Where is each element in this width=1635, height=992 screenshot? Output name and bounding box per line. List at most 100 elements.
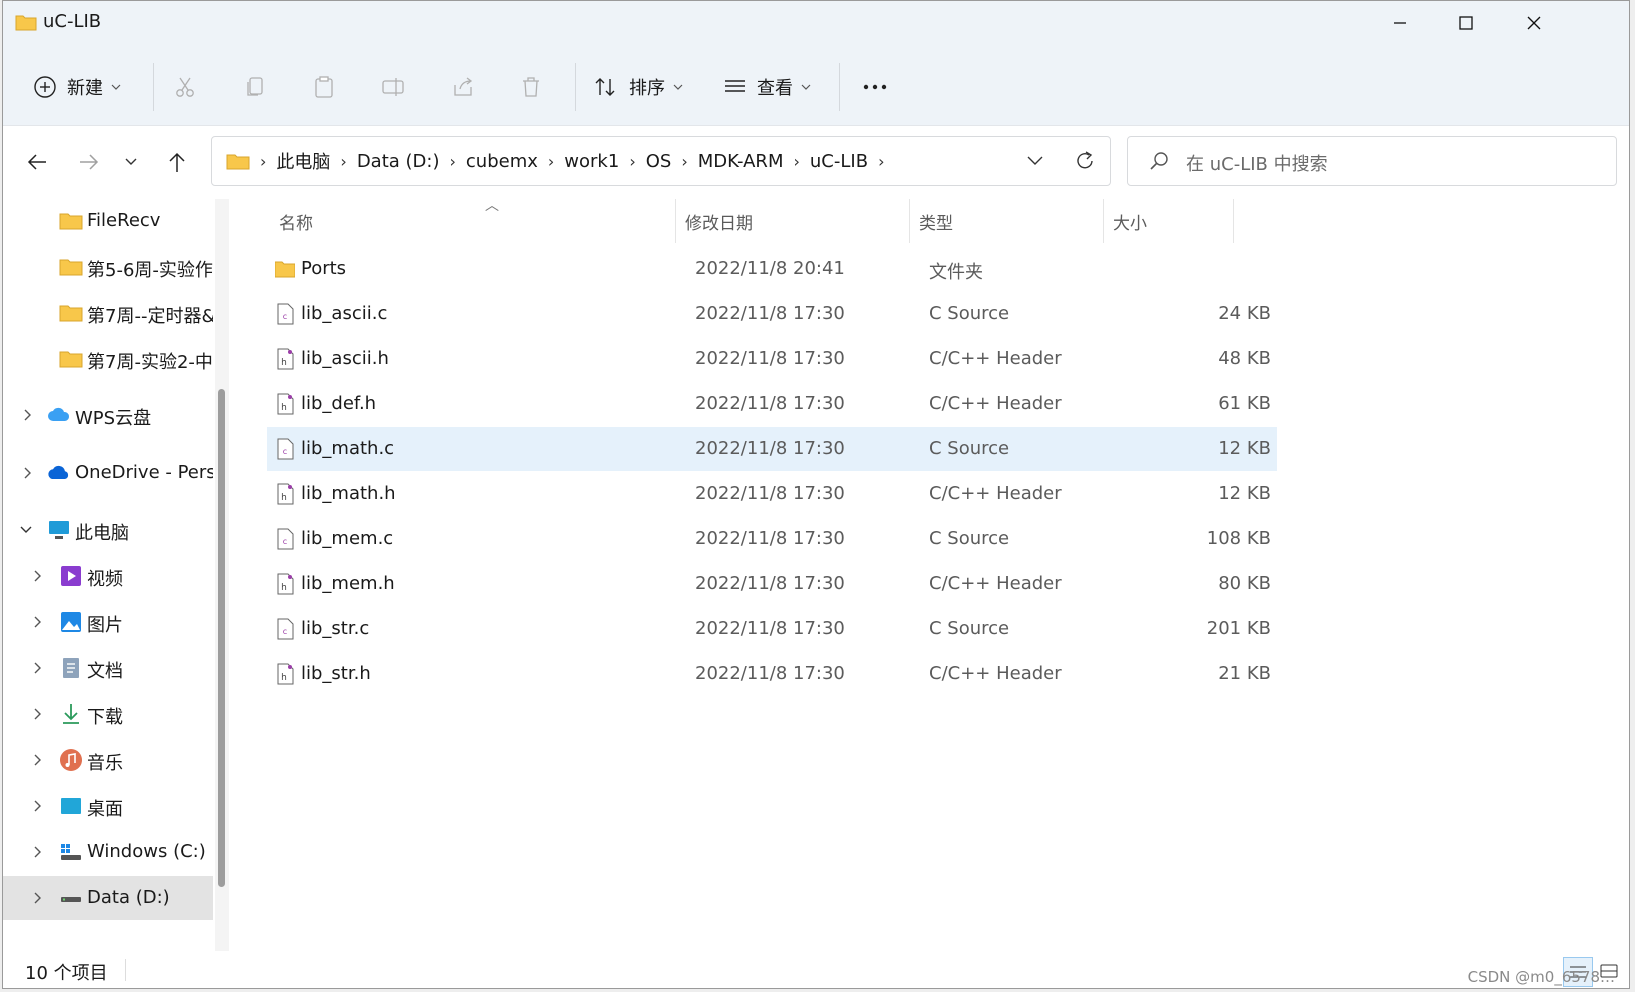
new-button[interactable]: 新建 <box>33 67 121 107</box>
sidebar-item-onedrive[interactable]: OneDrive - Pers <box>3 451 213 495</box>
file-date: 2022/11/8 17:30 <box>695 528 845 549</box>
breadcrumb-item[interactable]: uC-LIB <box>804 151 874 172</box>
copy-button[interactable] <box>243 67 267 107</box>
sidebar-item-label: 第5-6周-实验作 <box>87 260 213 281</box>
sidebar-item-label: 下载 <box>87 707 123 728</box>
up-button[interactable] <box>159 144 195 180</box>
sidebar-item-documents[interactable]: 文档 <box>3 646 213 690</box>
rename-button[interactable] <box>381 67 407 107</box>
file-row[interactable]: h lib_def.h 2022/11/8 17:30 C/C++ Header… <box>267 382 1277 426</box>
sidebar-item-this-pc[interactable]: 此电脑 <box>3 508 213 552</box>
maximize-button[interactable] <box>1431 1 1501 45</box>
breadcrumb-item[interactable]: cubemx <box>460 151 544 172</box>
sidebar-item-week7-timer[interactable]: 第7周--定时器& <box>3 291 213 335</box>
file-type: C Source <box>929 438 1010 459</box>
file-row[interactable]: Ports 2022/11/8 20:41 文件夹 <box>267 247 1277 291</box>
sidebar-item-label: 桌面 <box>87 799 123 820</box>
sidebar-item-week7-lab2[interactable]: 第7周-实验2-中 <box>3 337 213 381</box>
column-header-size[interactable]: 大小 <box>1113 199 1233 243</box>
recent-locations-button[interactable] <box>113 144 149 180</box>
c-header-icon: h <box>277 573 294 595</box>
paste-button[interactable] <box>312 67 336 107</box>
sidebar-item-filerecv[interactable]: FileRecv <box>3 199 213 243</box>
sidebar-item-wps-cloud[interactable]: WPS云盘 <box>3 393 213 437</box>
file-row[interactable]: h lib_str.h 2022/11/8 17:30 C/C++ Header… <box>267 652 1277 696</box>
file-row[interactable]: c lib_str.c 2022/11/8 17:30 C Source 201… <box>267 607 1277 651</box>
file-name: lib_ascii.h <box>301 348 389 369</box>
close-button[interactable] <box>1499 1 1569 45</box>
chevron-right-icon <box>34 892 41 904</box>
file-name: lib_math.h <box>301 483 396 504</box>
file-size: 48 KB <box>1218 348 1271 369</box>
file-date: 2022/11/8 20:41 <box>695 258 845 279</box>
column-header-name[interactable]: 名称 <box>279 199 669 243</box>
file-name: lib_ascii.c <box>301 303 388 324</box>
forward-button[interactable] <box>71 144 107 180</box>
breadcrumb-separator: › <box>878 151 885 171</box>
file-row[interactable]: h lib_math.h 2022/11/8 17:30 C/C++ Heade… <box>267 472 1277 516</box>
sidebar-item-downloads[interactable]: 下载 <box>3 692 213 736</box>
breadcrumb-item[interactable]: MDK-ARM <box>692 151 790 172</box>
column-divider[interactable] <box>909 199 910 243</box>
chevron-right-icon <box>34 662 41 674</box>
sidebar-item-videos[interactable]: 视频 <box>3 554 213 598</box>
chevron-down-icon <box>1027 156 1043 165</box>
delete-button[interactable] <box>519 67 543 107</box>
column-divider[interactable] <box>675 199 676 243</box>
back-button[interactable] <box>19 144 55 180</box>
drive-d-icon <box>61 897 81 902</box>
sidebar-item-label: FileRecv <box>87 210 161 231</box>
address-bar[interactable]: › 此电脑 › Data (D:) › cubemx › work1 › OS … <box>211 136 1111 186</box>
file-date: 2022/11/8 17:30 <box>695 483 845 504</box>
sort-button[interactable]: 排序 <box>593 67 683 107</box>
sidebar-item-label: 第7周--定时器& <box>87 306 213 327</box>
column-divider[interactable] <box>1103 199 1104 243</box>
file-row[interactable]: c lib_mem.c 2022/11/8 17:30 C Source 108… <box>267 517 1277 561</box>
breadcrumb-item[interactable]: Data (D:) <box>351 151 446 172</box>
file-name: lib_math.c <box>301 438 395 459</box>
file-date: 2022/11/8 17:30 <box>695 663 845 684</box>
share-button[interactable] <box>451 67 475 107</box>
svg-text:c: c <box>283 537 287 546</box>
navigation-pane: FileRecv 第5-6周-实验作 第7周--定时器& 第7周-实验2-中 W… <box>3 199 223 951</box>
sidebar-item-week5-6[interactable]: 第5-6周-实验作 <box>3 245 213 289</box>
column-divider[interactable] <box>1233 199 1234 243</box>
chevron-right-icon <box>34 570 41 582</box>
breadcrumb-item[interactable]: work1 <box>558 151 625 172</box>
minimize-button[interactable] <box>1365 1 1435 45</box>
breadcrumb-separator: › <box>681 151 688 171</box>
file-type: C/C++ Header <box>929 483 1062 504</box>
sidebar-item-drive-c[interactable]: Windows (C:) <box>3 830 213 874</box>
chevron-right-icon <box>34 754 41 766</box>
sidebar-scrollbar-thumb[interactable] <box>218 389 225 887</box>
arrow-right-icon <box>80 154 99 170</box>
sidebar-item-music[interactable]: 音乐 <box>3 738 213 782</box>
svg-text:c: c <box>283 447 287 456</box>
c-source-icon: c <box>277 438 294 460</box>
address-history-button[interactable] <box>1010 137 1060 185</box>
sidebar-item-drive-d[interactable]: Data (D:) <box>3 876 213 920</box>
sidebar-item-desktop[interactable]: 桌面 <box>3 784 213 828</box>
column-header-date[interactable]: 修改日期 <box>685 199 905 243</box>
breadcrumb-item[interactable]: 此电脑 <box>270 148 336 174</box>
svg-text:c: c <box>283 312 287 321</box>
file-row[interactable]: h lib_mem.h 2022/11/8 17:30 C/C++ Header… <box>267 562 1277 606</box>
search-box[interactable]: 在 uC-LIB 中搜索 <box>1127 136 1617 186</box>
file-row[interactable]: h lib_ascii.h 2022/11/8 17:30 C/C++ Head… <box>267 337 1277 381</box>
chevron-down-icon <box>111 84 121 90</box>
toolbar-divider <box>575 63 576 111</box>
sidebar-item-pictures[interactable]: 图片 <box>3 600 213 644</box>
address-actions <box>1010 137 1110 185</box>
drive-c-icon <box>61 844 81 860</box>
view-button[interactable]: 查看 <box>723 67 811 107</box>
refresh-button[interactable] <box>1060 137 1110 185</box>
scissors-icon <box>176 77 194 97</box>
file-type: C/C++ Header <box>929 393 1062 414</box>
cut-button[interactable] <box>173 67 197 107</box>
breadcrumb-item[interactable]: OS <box>640 151 678 172</box>
file-row[interactable]: c lib_ascii.c 2022/11/8 17:30 C Source 2… <box>267 292 1277 336</box>
more-options-button[interactable] <box>861 67 889 107</box>
file-row-selected[interactable]: c lib_math.c 2022/11/8 17:30 C Source 12… <box>267 427 1277 471</box>
column-header-type[interactable]: 类型 <box>919 199 1099 243</box>
svg-text:h: h <box>281 403 287 413</box>
